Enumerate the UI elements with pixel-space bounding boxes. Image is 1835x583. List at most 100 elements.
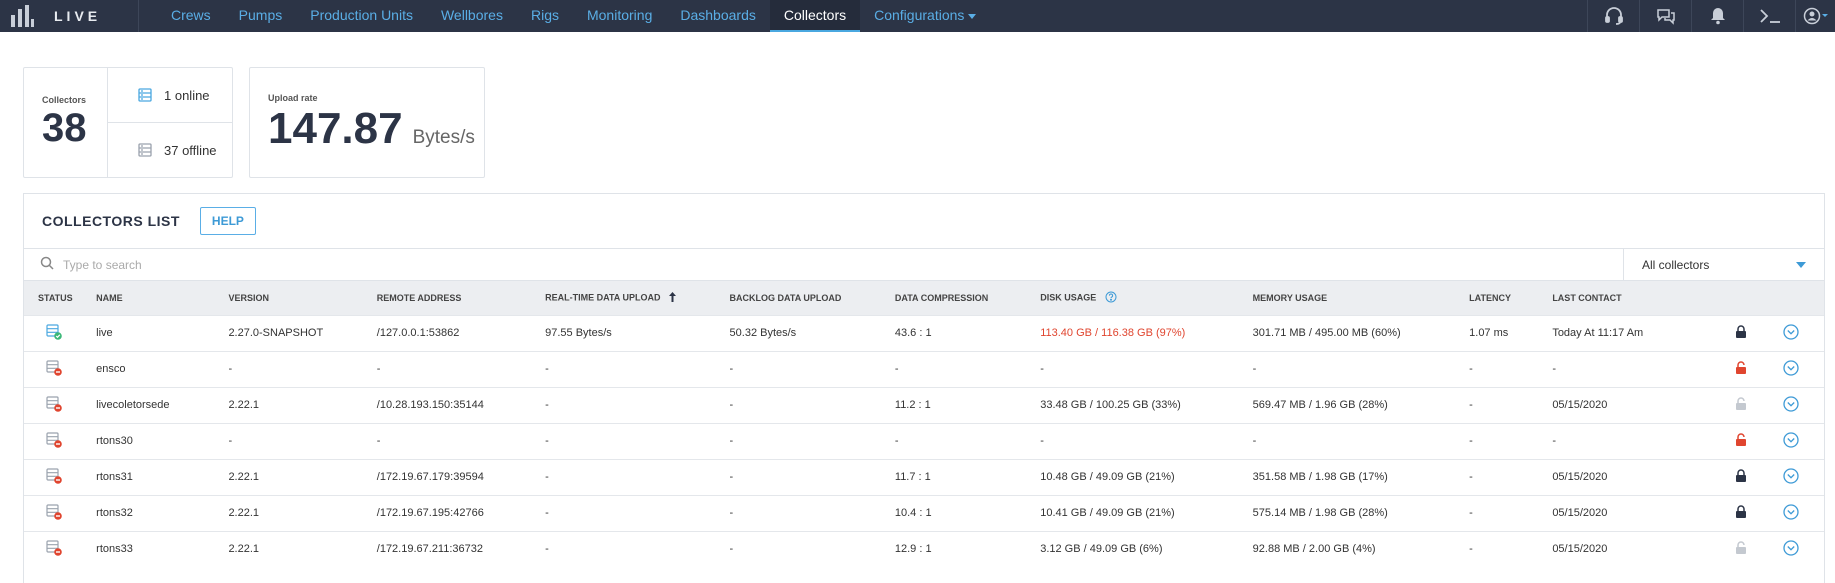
backlog-upload-cell: - bbox=[729, 350, 895, 387]
nav-item-dashboards[interactable]: Dashboards bbox=[666, 0, 770, 32]
headset-icon[interactable] bbox=[1587, 0, 1639, 32]
status-cell bbox=[24, 494, 97, 531]
unlock-alert-icon[interactable] bbox=[1735, 433, 1747, 449]
terminal-icon[interactable] bbox=[1743, 0, 1795, 32]
collectors-table: STATUS NAME VERSION REMOTE ADDRESS REAL-… bbox=[24, 281, 1824, 567]
nav-item-wellbores[interactable]: Wellbores bbox=[427, 0, 517, 32]
collector-offline-icon bbox=[46, 467, 62, 487]
col-disk-usage[interactable]: DISK USAGE bbox=[1040, 281, 1252, 315]
col-data-compression[interactable]: DATA COMPRESSION bbox=[895, 281, 1040, 315]
nav-item-crews[interactable]: Crews bbox=[157, 0, 225, 32]
table-row[interactable]: ensco - - - - - - - - - bbox=[24, 350, 1824, 387]
collector-filter-select[interactable]: All collectors bbox=[1624, 249, 1824, 280]
unlock-icon[interactable] bbox=[1735, 397, 1747, 413]
status-cell bbox=[24, 314, 97, 351]
remote-address-cell: /127.0.0.1:53862 bbox=[376, 314, 546, 351]
disk-usage-cell: 113.40 GB / 116.38 GB (97%) bbox=[1040, 314, 1253, 351]
user-icon[interactable] bbox=[1795, 0, 1835, 32]
lock-icon[interactable] bbox=[1735, 505, 1747, 521]
backlog-upload-cell: - bbox=[729, 494, 895, 531]
lock-icon[interactable] bbox=[1735, 325, 1747, 341]
search-box[interactable] bbox=[24, 249, 1624, 280]
collector-name-cell[interactable]: rtons30 bbox=[96, 422, 229, 459]
col-last-contact[interactable]: LAST CONTACT bbox=[1552, 281, 1734, 315]
expand-chevron-icon[interactable] bbox=[1783, 395, 1799, 415]
offline-count[interactable]: 37 offline bbox=[108, 122, 232, 177]
expand-cell bbox=[1782, 314, 1824, 351]
nav-item-configurations[interactable]: Configurations bbox=[860, 0, 990, 32]
latency-cell: 1.07 ms bbox=[1469, 314, 1553, 351]
online-count[interactable]: 1 online bbox=[108, 68, 232, 122]
server-online-icon bbox=[138, 88, 152, 102]
last-contact-cell: Today At 11:17 Am bbox=[1552, 314, 1735, 351]
collector-filter-value: All collectors bbox=[1642, 257, 1710, 272]
expand-chevron-icon[interactable] bbox=[1783, 323, 1799, 343]
table-row[interactable]: rtons33 2.22.1/172.19.67.211:36732- -12.9 … bbox=[24, 530, 1824, 567]
nav-actions bbox=[1587, 0, 1835, 32]
latency-cell: - bbox=[1469, 350, 1553, 387]
memory-usage-cell: 92.88 MB / 2.00 GB (4%) bbox=[1252, 530, 1470, 567]
search-input[interactable] bbox=[63, 257, 663, 272]
nav-item-production-units[interactable]: Production Units bbox=[296, 0, 427, 32]
last-contact-cell: 05/15/2020 bbox=[1552, 386, 1735, 423]
realtime-upload-cell: - bbox=[545, 422, 730, 459]
collector-name-cell[interactable]: ensco bbox=[96, 350, 229, 387]
table-header-row: STATUS NAME VERSION REMOTE ADDRESS REAL-… bbox=[24, 281, 1824, 315]
chat-icon[interactable] bbox=[1639, 0, 1691, 32]
col-name[interactable]: NAME bbox=[96, 281, 228, 315]
col-backlog-upload[interactable]: BACKLOG DATA UPLOAD bbox=[730, 281, 895, 315]
backlog-upload-cell: 50.32 Bytes/s bbox=[729, 314, 895, 351]
nav-item-monitoring[interactable]: Monitoring bbox=[573, 0, 666, 32]
expand-chevron-icon[interactable] bbox=[1783, 431, 1799, 451]
expand-cell bbox=[1782, 494, 1824, 531]
upload-rate-label: Upload rate bbox=[268, 93, 318, 103]
help-circle-icon[interactable] bbox=[1105, 291, 1117, 305]
table-row[interactable]: rtons31 2.22.1/172.19.67.179:39594- -11.7 … bbox=[24, 458, 1824, 495]
collector-name-cell[interactable]: livecoletorsede bbox=[96, 386, 229, 423]
unlock-icon[interactable] bbox=[1735, 541, 1747, 557]
col-version[interactable]: VERSION bbox=[228, 281, 376, 315]
collector-name-cell[interactable]: rtons33 bbox=[96, 530, 229, 567]
table-row[interactable]: live 2.27.0-SNAPSHOT/127.0.0.1:53862 97.55… bbox=[24, 314, 1824, 351]
memory-usage-cell: 351.58 MB / 1.98 GB (17%) bbox=[1252, 458, 1470, 495]
nav-item-pumps[interactable]: Pumps bbox=[225, 0, 297, 32]
memory-usage-cell: - bbox=[1252, 422, 1470, 459]
collector-version-cell: - bbox=[228, 422, 377, 459]
collector-name-cell[interactable]: rtons32 bbox=[96, 494, 229, 531]
nav-item-rigs[interactable]: Rigs bbox=[517, 0, 573, 32]
col-remote-address[interactable]: REMOTE ADDRESS bbox=[377, 281, 545, 315]
unlock-alert-icon[interactable] bbox=[1735, 361, 1747, 377]
offline-label: 37 offline bbox=[164, 142, 217, 158]
expand-chevron-icon[interactable] bbox=[1783, 467, 1799, 487]
col-memory-usage[interactable]: MEMORY USAGE bbox=[1253, 281, 1469, 315]
nav-item-collectors[interactable]: Collectors bbox=[769, 0, 861, 32]
brand[interactable]: LIVE bbox=[0, 0, 139, 32]
col-realtime-upload[interactable]: REAL-TIME DATA UPLOAD bbox=[545, 281, 729, 315]
help-button[interactable]: HELP bbox=[199, 207, 256, 235]
collector-name-cell[interactable]: rtons31 bbox=[96, 458, 229, 495]
sort-arrow-up-icon bbox=[668, 291, 676, 304]
remote-address-cell: - bbox=[376, 422, 546, 459]
expand-chevron-icon[interactable] bbox=[1783, 540, 1799, 559]
disk-usage-cell: - bbox=[1040, 350, 1253, 387]
lock-cell bbox=[1734, 386, 1783, 423]
table-row[interactable]: rtons30- - - - - - - - - bbox=[24, 422, 1824, 459]
collectors-breakdown: 1 online 37 offline bbox=[108, 68, 232, 177]
collector-offline-icon bbox=[46, 503, 62, 523]
expand-chevron-icon[interactable] bbox=[1783, 503, 1799, 523]
table-row[interactable]: rtons32 2.22.1/172.19.67.195:42766- -10.4 … bbox=[24, 494, 1824, 531]
bell-icon[interactable] bbox=[1691, 0, 1743, 32]
lock-cell bbox=[1734, 458, 1783, 495]
expand-chevron-icon[interactable] bbox=[1783, 359, 1799, 379]
lock-icon[interactable] bbox=[1735, 469, 1747, 485]
collector-version-cell: 2.22.1 bbox=[228, 530, 377, 567]
memory-usage-cell: 569.47 MB / 1.96 GB (28%) bbox=[1252, 386, 1470, 423]
latency-cell: - bbox=[1469, 458, 1553, 495]
table-row[interactable]: livecoletorsede 2.22.1/10.28.193.150:3514… bbox=[24, 386, 1824, 423]
col-latency[interactable]: LATENCY bbox=[1469, 281, 1552, 315]
col-status[interactable]: STATUS bbox=[24, 281, 96, 315]
memory-usage-cell: - bbox=[1252, 350, 1470, 387]
last-contact-cell: 05/15/2020 bbox=[1552, 494, 1735, 531]
collector-name-cell[interactable]: live bbox=[96, 314, 229, 351]
upload-rate-number: 147.87 bbox=[268, 104, 403, 153]
